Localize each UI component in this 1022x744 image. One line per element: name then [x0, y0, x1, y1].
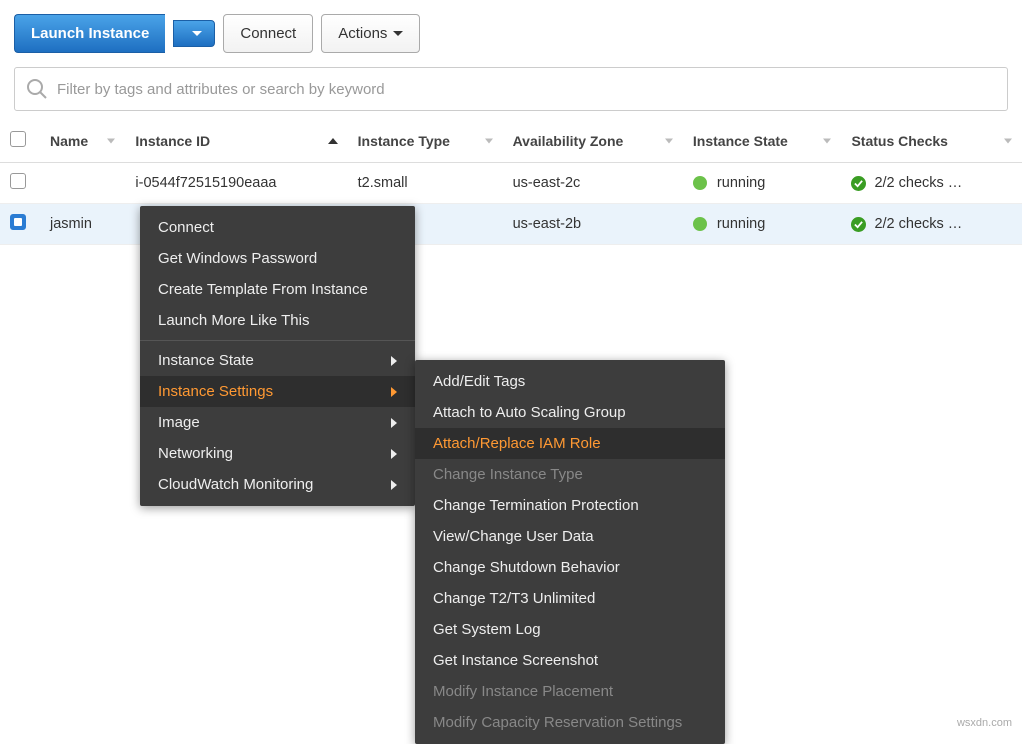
ctx-cloudwatch-monitoring[interactable]: CloudWatch Monitoring — [140, 469, 415, 500]
col-az[interactable]: Availability Zone — [503, 119, 683, 163]
chevron-right-icon — [391, 480, 397, 490]
cell-status: 2/2 checks … — [841, 204, 1022, 245]
sort-icon — [1004, 138, 1012, 143]
col-status[interactable]: Status Checks — [841, 119, 1022, 163]
caret-down-icon — [393, 31, 403, 36]
sub-attach-iam-role[interactable]: Attach/Replace IAM Role — [415, 428, 725, 459]
status-dot-icon — [693, 176, 707, 190]
toolbar: Launch Instance Connect Actions — [0, 0, 1022, 67]
sub-change-t2t3-unlimited[interactable]: Change T2/T3 Unlimited — [415, 583, 725, 614]
context-menu: Connect Get Windows Password Create Temp… — [140, 206, 415, 506]
search-input[interactable] — [49, 73, 997, 106]
sort-asc-icon — [328, 138, 338, 144]
cell-state: running — [683, 163, 842, 204]
connect-button[interactable]: Connect — [223, 14, 313, 53]
chevron-right-icon — [391, 387, 397, 397]
sort-icon — [665, 138, 673, 143]
cell-az: us-east-2b — [503, 204, 683, 245]
row-checkbox[interactable] — [10, 173, 26, 189]
caret-down-icon — [192, 31, 202, 36]
launch-instance-button[interactable]: Launch Instance — [14, 14, 165, 53]
ctx-instance-state[interactable]: Instance State — [140, 345, 415, 376]
cell-status: 2/2 checks … — [841, 163, 1022, 204]
check-circle-icon — [851, 217, 866, 232]
ctx-image[interactable]: Image — [140, 407, 415, 438]
ctx-get-windows-password[interactable]: Get Windows Password — [140, 243, 415, 274]
launch-instance-dropdown[interactable] — [173, 20, 215, 47]
row-checkbox[interactable] — [10, 214, 26, 230]
sub-add-edit-tags[interactable]: Add/Edit Tags — [415, 366, 725, 397]
search-icon — [25, 77, 49, 101]
cell-az: us-east-2c — [503, 163, 683, 204]
cell-instance-id: i-0544f72515190eaaa — [125, 163, 347, 204]
sort-icon — [485, 138, 493, 143]
select-all-checkbox[interactable] — [10, 131, 26, 147]
status-dot-icon — [693, 217, 707, 231]
chevron-right-icon — [391, 356, 397, 366]
cell-state: running — [683, 204, 842, 245]
sub-modify-instance-placement: Modify Instance Placement — [415, 676, 725, 707]
cell-instance-type: t2.small — [348, 163, 503, 204]
table-header-row: Name Instance ID Instance Type Availabil… — [0, 119, 1022, 163]
sub-get-instance-screenshot[interactable]: Get Instance Screenshot — [415, 645, 725, 676]
chevron-right-icon — [391, 418, 397, 428]
sub-change-shutdown-behavior[interactable]: Change Shutdown Behavior — [415, 552, 725, 583]
sub-get-system-log[interactable]: Get System Log — [415, 614, 725, 645]
ctx-launch-more-like-this[interactable]: Launch More Like This — [140, 305, 415, 336]
actions-button[interactable]: Actions — [321, 14, 420, 53]
col-name[interactable]: Name — [40, 119, 125, 163]
watermark: wsxdn.com — [957, 717, 1012, 729]
sort-icon — [107, 138, 115, 143]
check-circle-icon — [851, 176, 866, 191]
sub-change-instance-type: Change Instance Type — [415, 459, 725, 490]
sub-change-termination-protection[interactable]: Change Termination Protection — [415, 490, 725, 521]
ctx-networking[interactable]: Networking — [140, 438, 415, 469]
submenu-instance-settings: Add/Edit Tags Attach to Auto Scaling Gro… — [415, 360, 725, 744]
ctx-instance-settings[interactable]: Instance Settings — [140, 376, 415, 407]
col-instance-id[interactable]: Instance ID — [125, 119, 347, 163]
search-bar[interactable] — [14, 67, 1008, 111]
ctx-create-template[interactable]: Create Template From Instance — [140, 274, 415, 305]
col-state[interactable]: Instance State — [683, 119, 842, 163]
table-row[interactable]: i-0544f72515190eaaa t2.small us-east-2c … — [0, 163, 1022, 204]
sub-modify-capacity-reservation: Modify Capacity Reservation Settings — [415, 707, 725, 738]
actions-label: Actions — [338, 25, 387, 42]
ctx-connect[interactable]: Connect — [140, 212, 415, 243]
cell-name — [40, 163, 125, 204]
separator — [140, 340, 415, 341]
sub-view-change-user-data[interactable]: View/Change User Data — [415, 521, 725, 552]
sort-icon — [823, 138, 831, 143]
chevron-right-icon — [391, 449, 397, 459]
sub-attach-asg[interactable]: Attach to Auto Scaling Group — [415, 397, 725, 428]
cell-name: jasmin — [40, 204, 125, 245]
col-instance-type[interactable]: Instance Type — [348, 119, 503, 163]
